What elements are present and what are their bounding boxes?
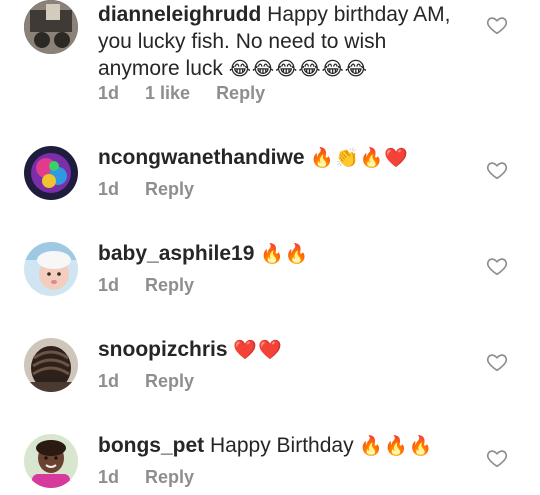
- comment-username[interactable]: bongs_pet: [98, 434, 204, 457]
- reply-button[interactable]: Reply: [145, 467, 194, 488]
- comment-timestamp: 1d: [98, 275, 120, 295]
- avatar-image: [24, 242, 78, 296]
- avatar[interactable]: [24, 0, 78, 54]
- comment-meta: 1d Reply: [98, 467, 194, 488]
- comment-timestamp: 1d: [98, 179, 120, 199]
- comment-meta: 1d Reply: [98, 371, 194, 392]
- reply-button[interactable]: Reply: [216, 83, 265, 104]
- emoji-fire-clap-heart: 🔥👏🔥❤️: [310, 147, 409, 169]
- emoji-fire: 🔥🔥: [260, 243, 310, 265]
- reply-button[interactable]: Reply: [145, 371, 194, 392]
- comment-meta: 1d Reply: [98, 275, 194, 296]
- emoji-fire: 🔥🔥🔥: [359, 435, 434, 457]
- comment-username[interactable]: dianneleighrudd: [98, 3, 261, 26]
- comment-body: Happy Birthday: [204, 434, 360, 457]
- like-heart-icon[interactable]: [486, 447, 508, 469]
- comment-text: baby_asphile19 🔥🔥: [98, 240, 458, 268]
- comment-timestamp: 1d: [98, 371, 120, 391]
- avatar[interactable]: [24, 242, 78, 296]
- comment-username[interactable]: ncongwanethandiwe: [98, 146, 305, 169]
- comment-text: snoopizchris ❤️❤️: [98, 336, 458, 364]
- comment-username[interactable]: baby_asphile19: [98, 242, 254, 265]
- reply-button[interactable]: Reply: [145, 275, 194, 296]
- emoji-hearts: ❤️❤️: [233, 339, 283, 361]
- comment-meta: 1d 1 like Reply: [98, 83, 265, 104]
- emoji-laughing: 😂😂😂😂😂😂: [228, 58, 368, 80]
- like-heart-icon[interactable]: [486, 255, 508, 277]
- comment-username[interactable]: snoopizchris: [98, 338, 228, 361]
- avatar-image: [24, 434, 78, 488]
- like-heart-icon[interactable]: [486, 159, 508, 181]
- comment-text: dianneleighrudd Happy birthday AM, you l…: [98, 1, 458, 83]
- comment-meta: 1d Reply: [98, 179, 194, 200]
- comment-text: bongs_pet Happy Birthday 🔥🔥🔥: [98, 432, 458, 460]
- avatar-image: [24, 146, 78, 200]
- avatar[interactable]: [24, 338, 78, 392]
- avatar[interactable]: [24, 146, 78, 200]
- avatar-image: [24, 0, 78, 54]
- like-heart-icon[interactable]: [486, 14, 508, 36]
- comment-timestamp: 1d: [98, 83, 120, 103]
- like-heart-icon[interactable]: [486, 351, 508, 373]
- comment-text: ncongwanethandiwe 🔥👏🔥❤️: [98, 144, 458, 172]
- comment-timestamp: 1d: [98, 467, 120, 487]
- avatar[interactable]: [24, 434, 78, 488]
- comment-like-count[interactable]: 1 like: [145, 83, 190, 104]
- avatar-image: [24, 338, 78, 392]
- reply-button[interactable]: Reply: [145, 179, 194, 200]
